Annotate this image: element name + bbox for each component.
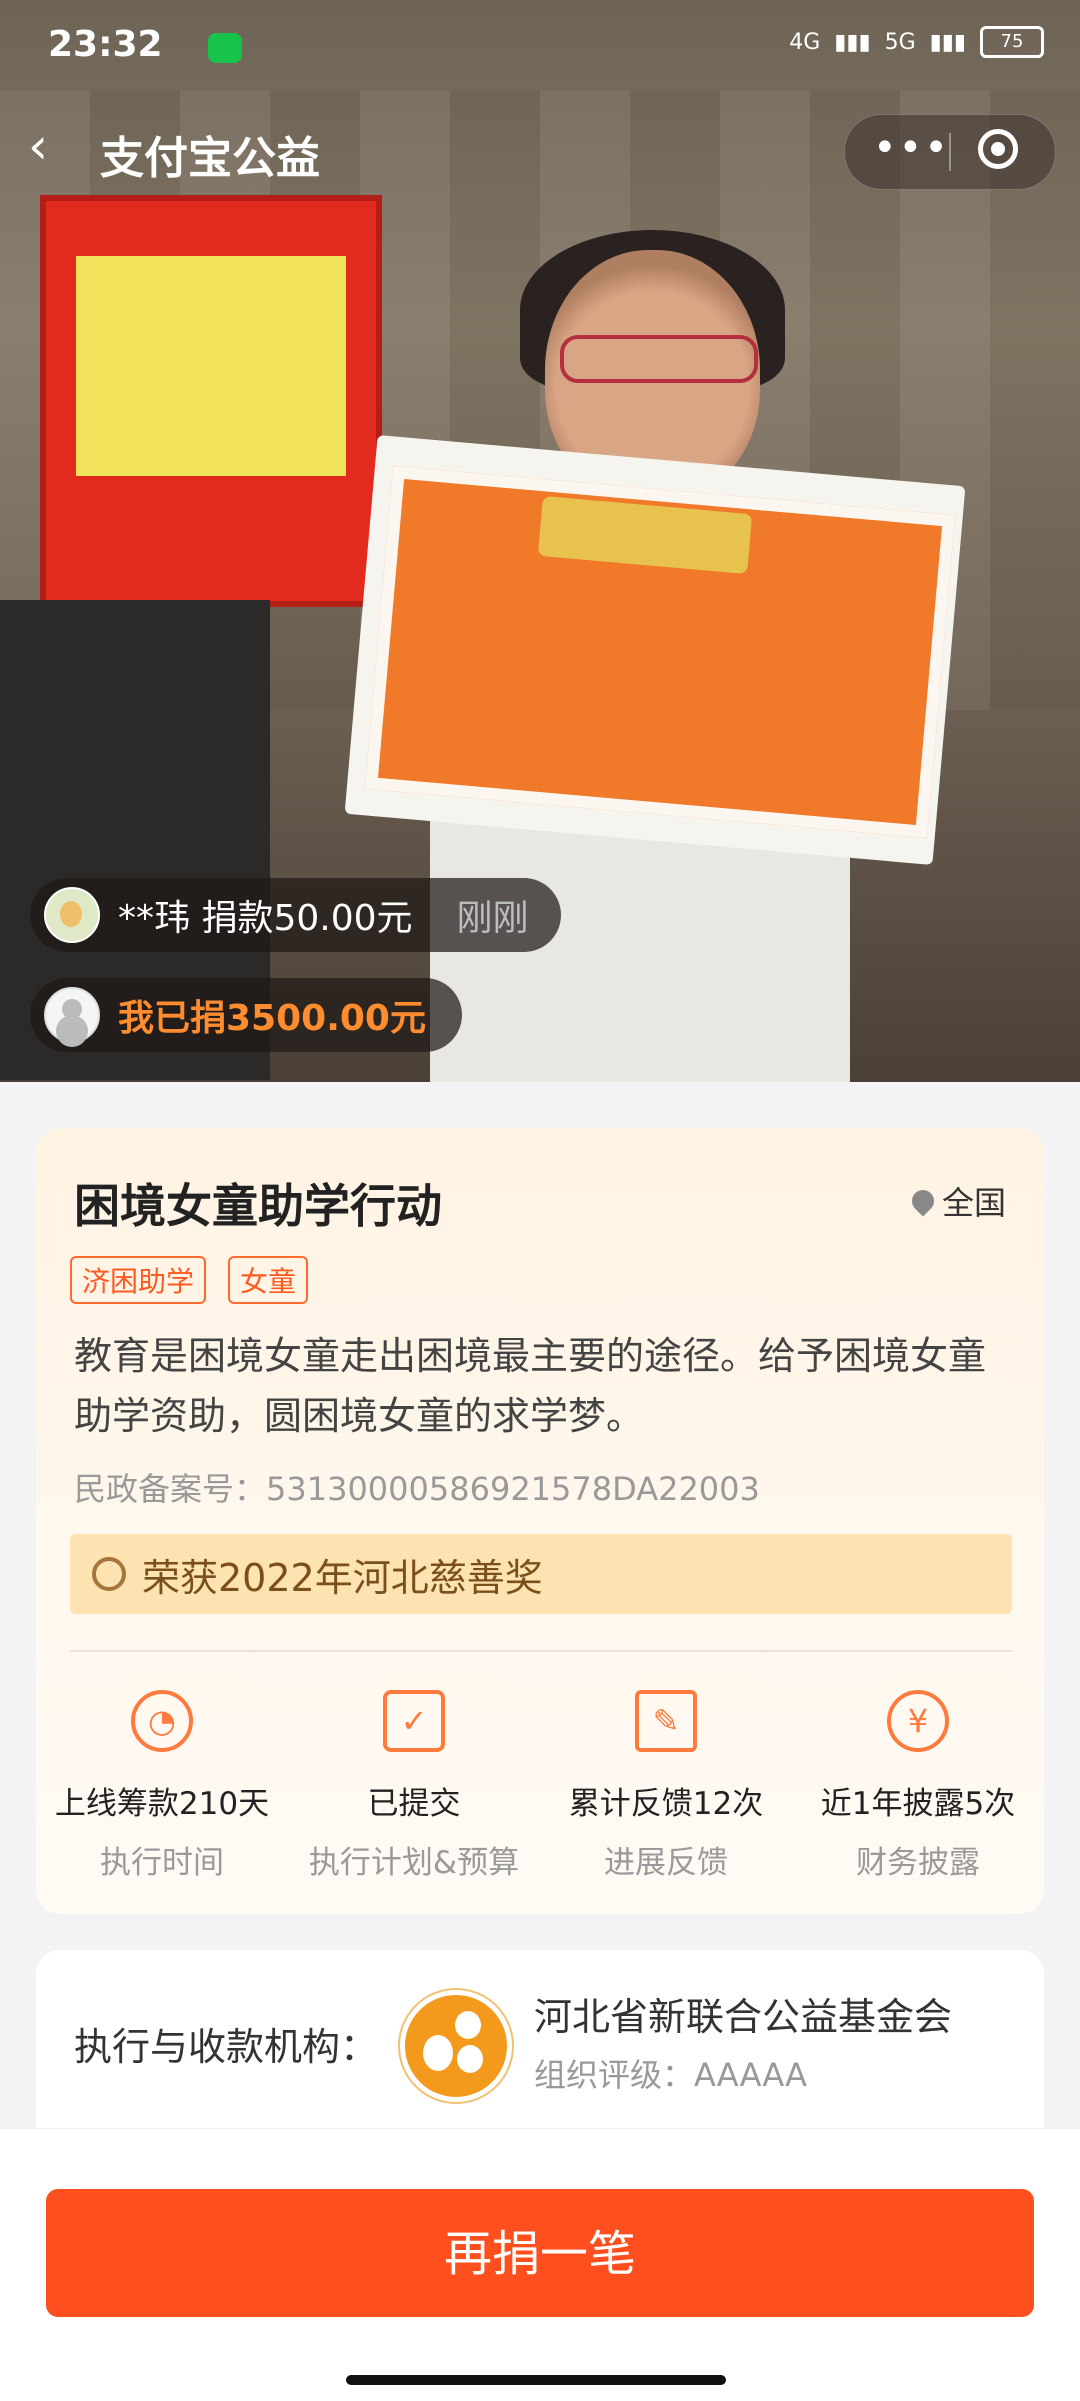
project-card: 困境女童助学行动 全国 济困助学 女童 教育是困境女童走出困境最主要的途径。给予… (36, 1128, 1044, 1914)
organization-name: 河北省新联合公益基金会 (534, 1995, 953, 2039)
medal-icon (92, 1557, 126, 1591)
organization-logo (400, 1990, 512, 2102)
status-time: 23:32 (48, 24, 163, 65)
stat-plan-budget[interactable]: ✓ 已提交 执行计划&预算 (288, 1690, 540, 1890)
signal-icon: ▮▮▮ (929, 29, 966, 55)
organization-card[interactable]: 执行与收款机构： 河北省新联合公益基金会 组织评级：AAAAA (36, 1950, 1044, 2140)
stat-value: 近1年披露5次 (820, 1786, 1016, 1822)
stat-label: 财务披露 (856, 1845, 980, 1881)
calendar-check-icon: ✓ (383, 1690, 445, 1752)
yen-icon: ¥ (887, 1690, 949, 1752)
organization-label: 执行与收款机构： (74, 2025, 379, 2069)
back-icon[interactable]: ‹ (28, 118, 88, 178)
stat-value: 已提交 (367, 1786, 461, 1822)
photo-glasses (560, 335, 758, 383)
award-banner[interactable]: 荣获2022年河北慈善奖 (70, 1534, 1012, 1614)
network-4g-icon: 4G (789, 29, 821, 55)
stat-financial-disclosure[interactable]: ¥ 近1年披露5次 财务披露 (792, 1690, 1044, 1890)
stat-progress-feedback[interactable]: ✎ 累计反馈12次 进展反馈 (540, 1690, 792, 1890)
organization-rating: 组织评级：AAAAA (534, 2056, 808, 2094)
award-text: 荣获2022年河北慈善奖 (142, 1555, 543, 1600)
edit-note-icon: ✎ (635, 1690, 697, 1752)
donate-again-button[interactable]: 再捐一笔 (46, 2189, 1034, 2317)
registration-number: 民政备案号：53130000586921578DA22003 (74, 1470, 760, 1508)
donor-avatar (44, 887, 100, 943)
nav-bar: ‹ 支付宝公益 ••• (0, 100, 1080, 200)
stat-value: 累计反馈12次 (568, 1786, 764, 1822)
tag: 女童 (228, 1256, 309, 1304)
stat-execution-time[interactable]: ◔ 上线筹款210天 执行时间 (36, 1690, 288, 1890)
clock-icon: ◔ (131, 1690, 193, 1752)
project-description: 教育是困境女童走出困境最主要的途径。给予困境女童助学资助，圆困境女童的求学梦。 (74, 1334, 987, 1438)
ticker-text: **玮 捐款50.00元 (118, 898, 413, 939)
project-location: 全国 (907, 1178, 1006, 1224)
network-5g-icon: 5G (884, 29, 916, 55)
stat-label: 执行时间 (100, 1845, 224, 1881)
nav-title: 支付宝公益 (100, 133, 320, 184)
project-tags: 济困助学 女童 (70, 1256, 309, 1304)
more-dots-icon[interactable]: ••• (873, 125, 950, 171)
ticker-time: 刚刚 (456, 898, 529, 939)
location-pin-icon (907, 1185, 939, 1217)
close-miniapp-icon[interactable] (978, 129, 1018, 169)
location-text: 全国 (941, 1184, 1006, 1222)
my-donation-badge[interactable]: 我已捐3500.00元 (30, 978, 462, 1052)
photo-poster (40, 195, 382, 607)
divider (70, 1650, 1012, 1652)
battery-icon: 75 (980, 26, 1044, 58)
miniapp-capsule: ••• (844, 114, 1056, 190)
wechat-icon (208, 33, 242, 63)
signal-icon: ▮▮▮ (834, 29, 871, 55)
stat-value: 上线筹款210天 (54, 1786, 270, 1822)
stat-label: 执行计划&预算 (308, 1845, 520, 1881)
home-indicator (346, 2375, 726, 2385)
status-icons: 4G ▮▮▮ 5G ▮▮▮ 75 (789, 26, 1044, 58)
donation-ticker: **玮 捐款50.00元 刚刚 (30, 878, 561, 952)
user-avatar (44, 987, 100, 1043)
bottom-bar: 再捐一笔 (0, 2128, 1080, 2401)
my-donation-text: 我已捐3500.00元 (118, 998, 426, 1039)
tag: 济困助学 (70, 1256, 207, 1304)
capsule-divider (949, 133, 951, 171)
stat-label: 进展反馈 (604, 1845, 728, 1881)
project-title: 困境女童助学行动 (74, 1179, 442, 1233)
project-stats: ◔ 上线筹款210天 执行时间 ✓ 已提交 执行计划&预算 ✎ 累计反馈12次 … (36, 1690, 1044, 1890)
status-bar: 23:32 4G ▮▮▮ 5G ▮▮▮ 75 (0, 0, 1080, 90)
